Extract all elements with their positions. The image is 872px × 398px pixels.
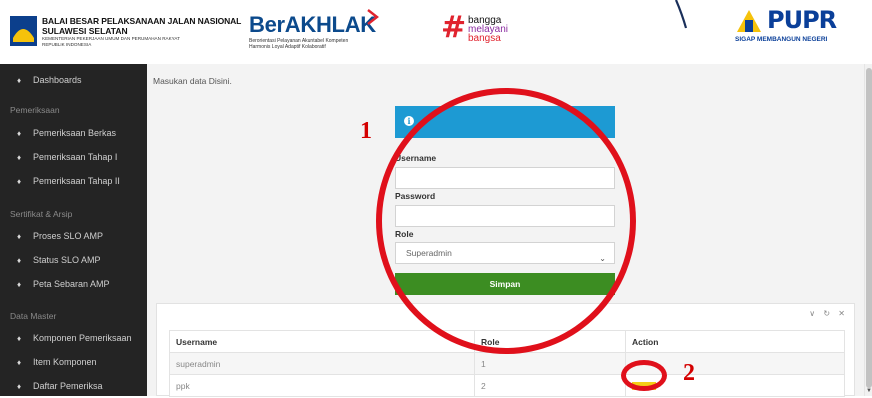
berakhlak-sub2: Harmonis Loyal Adaptif Kolaboratif bbox=[249, 44, 326, 50]
table-row: ppk 2 bbox=[169, 374, 845, 397]
pupr-brand: PUPR bbox=[767, 6, 837, 34]
sidebar-item-komponen-pemeriksaan[interactable]: ♦ Komponen Pemeriksaan bbox=[0, 326, 147, 350]
home-icon: ♦ bbox=[17, 255, 22, 265]
cell-role: 2 bbox=[474, 374, 626, 397]
home-icon: ♦ bbox=[17, 128, 22, 138]
sidebar-item-pemeriksaan-berkas[interactable]: ♦ Pemeriksaan Berkas bbox=[0, 121, 147, 145]
pupr-emblem-icon bbox=[737, 10, 761, 32]
home-icon: ♦ bbox=[17, 176, 22, 186]
sidebar-item-label: Pemeriksaan Tahap II bbox=[33, 176, 120, 186]
bbpj-logo-icon bbox=[10, 16, 37, 46]
sidebar-item-label: Item Komponen bbox=[33, 357, 97, 367]
sidebar-item-label: Status SLO AMP bbox=[33, 255, 101, 265]
page-scrollbar[interactable]: ▼ bbox=[864, 64, 872, 396]
berakhlak-word-b: AKHLAK bbox=[284, 12, 376, 37]
berakhlak-mark-icon bbox=[367, 9, 379, 25]
cell-username: superadmin bbox=[169, 352, 475, 375]
org-line4: REPUBLIK INDONESIA bbox=[42, 41, 92, 47]
table-row: superadmin 1 bbox=[169, 352, 845, 375]
home-icon: ♦ bbox=[17, 75, 22, 85]
annotation-label-2: 2 bbox=[683, 360, 695, 386]
annotation-label-1: 1 bbox=[360, 118, 372, 144]
cell-role: 1 bbox=[474, 352, 626, 375]
column-header-username: Username bbox=[169, 330, 475, 353]
home-icon: ♦ bbox=[17, 333, 22, 343]
sidebar-item-proses-slo[interactable]: ♦ Proses SLO AMP bbox=[0, 224, 147, 248]
sidebar-item-label: Proses SLO AMP bbox=[33, 231, 104, 241]
hashtag-icon: # bbox=[441, 10, 467, 45]
sidebar-section-pemeriksaan: Pemeriksaan bbox=[10, 105, 60, 115]
sidebar-item-peta-sebaran[interactable]: ♦ Peta Sebaran AMP bbox=[0, 272, 147, 296]
home-icon: ♦ bbox=[17, 279, 22, 289]
pupr-tagline: SIGAP MEMBANGUN NEGERI bbox=[735, 36, 828, 43]
sidebar-item-label: Peta Sebaran AMP bbox=[33, 279, 110, 289]
sidebar-item-label: Pemeriksaan Tahap I bbox=[33, 152, 118, 162]
sidebar-item-item-komponen[interactable]: ♦ Item Komponen bbox=[0, 350, 147, 374]
sidebar: ♦ Dashboards Pemeriksaan ♦ Pemeriksaan B… bbox=[0, 64, 147, 396]
form-hint: Masukan data Disini. bbox=[153, 76, 232, 86]
home-icon: ♦ bbox=[17, 381, 22, 391]
home-icon: ♦ bbox=[17, 152, 22, 162]
sidebar-item-status-slo[interactable]: ♦ Status SLO AMP bbox=[0, 248, 147, 272]
annotation-circle-action bbox=[621, 360, 667, 391]
home-icon: ♦ bbox=[17, 231, 22, 241]
org-name: BALAI BESAR PELAKSANAAN JALAN NASIONAL S… bbox=[42, 17, 241, 47]
sidebar-item-dashboards[interactable]: ♦ Dashboards bbox=[0, 68, 147, 92]
sidebar-item-label: Daftar Pemeriksa bbox=[33, 381, 103, 391]
berakhlak-word-a: Ber bbox=[249, 12, 285, 37]
org-line2: SULAWESI SELATAN bbox=[42, 25, 128, 36]
panel-tools-icons[interactable]: ∨ ↻ ✕ bbox=[809, 309, 848, 318]
cell-username: ppk bbox=[169, 374, 475, 397]
sidebar-item-label: Komponen Pemeriksaan bbox=[33, 333, 132, 343]
org-line3: KEMENTERIAN PEKERJAAN UMUM DAN PERUMAHAN… bbox=[42, 36, 180, 41]
info-icon: i bbox=[404, 116, 414, 126]
sidebar-section-data-master: Data Master bbox=[10, 311, 57, 321]
sidebar-item-daftar-pemeriksa[interactable]: ♦ Daftar Pemeriksa bbox=[0, 374, 147, 398]
header: BALAI BESAR PELAKSANAAN JALAN NASIONAL S… bbox=[0, 0, 872, 64]
org-line1: BALAI BESAR PELAKSANAAN JALAN NASIONAL bbox=[42, 16, 242, 26]
header-swoosh-icon bbox=[674, 0, 688, 29]
column-header-action: Action bbox=[625, 330, 845, 353]
sidebar-section-sertifikat: Sertifikat & Arsip bbox=[10, 209, 73, 219]
home-icon: ♦ bbox=[17, 357, 22, 367]
bangga-line3: bangsa bbox=[468, 33, 501, 44]
annotation-circle-form bbox=[376, 88, 636, 354]
sidebar-item-label: Pemeriksaan Berkas bbox=[33, 128, 117, 138]
sidebar-item-pemeriksaan-tahap-1[interactable]: ♦ Pemeriksaan Tahap I bbox=[0, 145, 147, 169]
sidebar-item-label: Dashboards bbox=[33, 75, 82, 85]
berakhlak-logo: BerAKHLAK Berorientasi Pelayanan Akuntab… bbox=[249, 12, 376, 50]
scrollbar-thumb[interactable] bbox=[866, 68, 872, 388]
scroll-down-icon[interactable]: ▼ bbox=[866, 388, 872, 394]
sidebar-item-pemeriksaan-tahap-2[interactable]: ♦ Pemeriksaan Tahap II bbox=[0, 169, 147, 193]
